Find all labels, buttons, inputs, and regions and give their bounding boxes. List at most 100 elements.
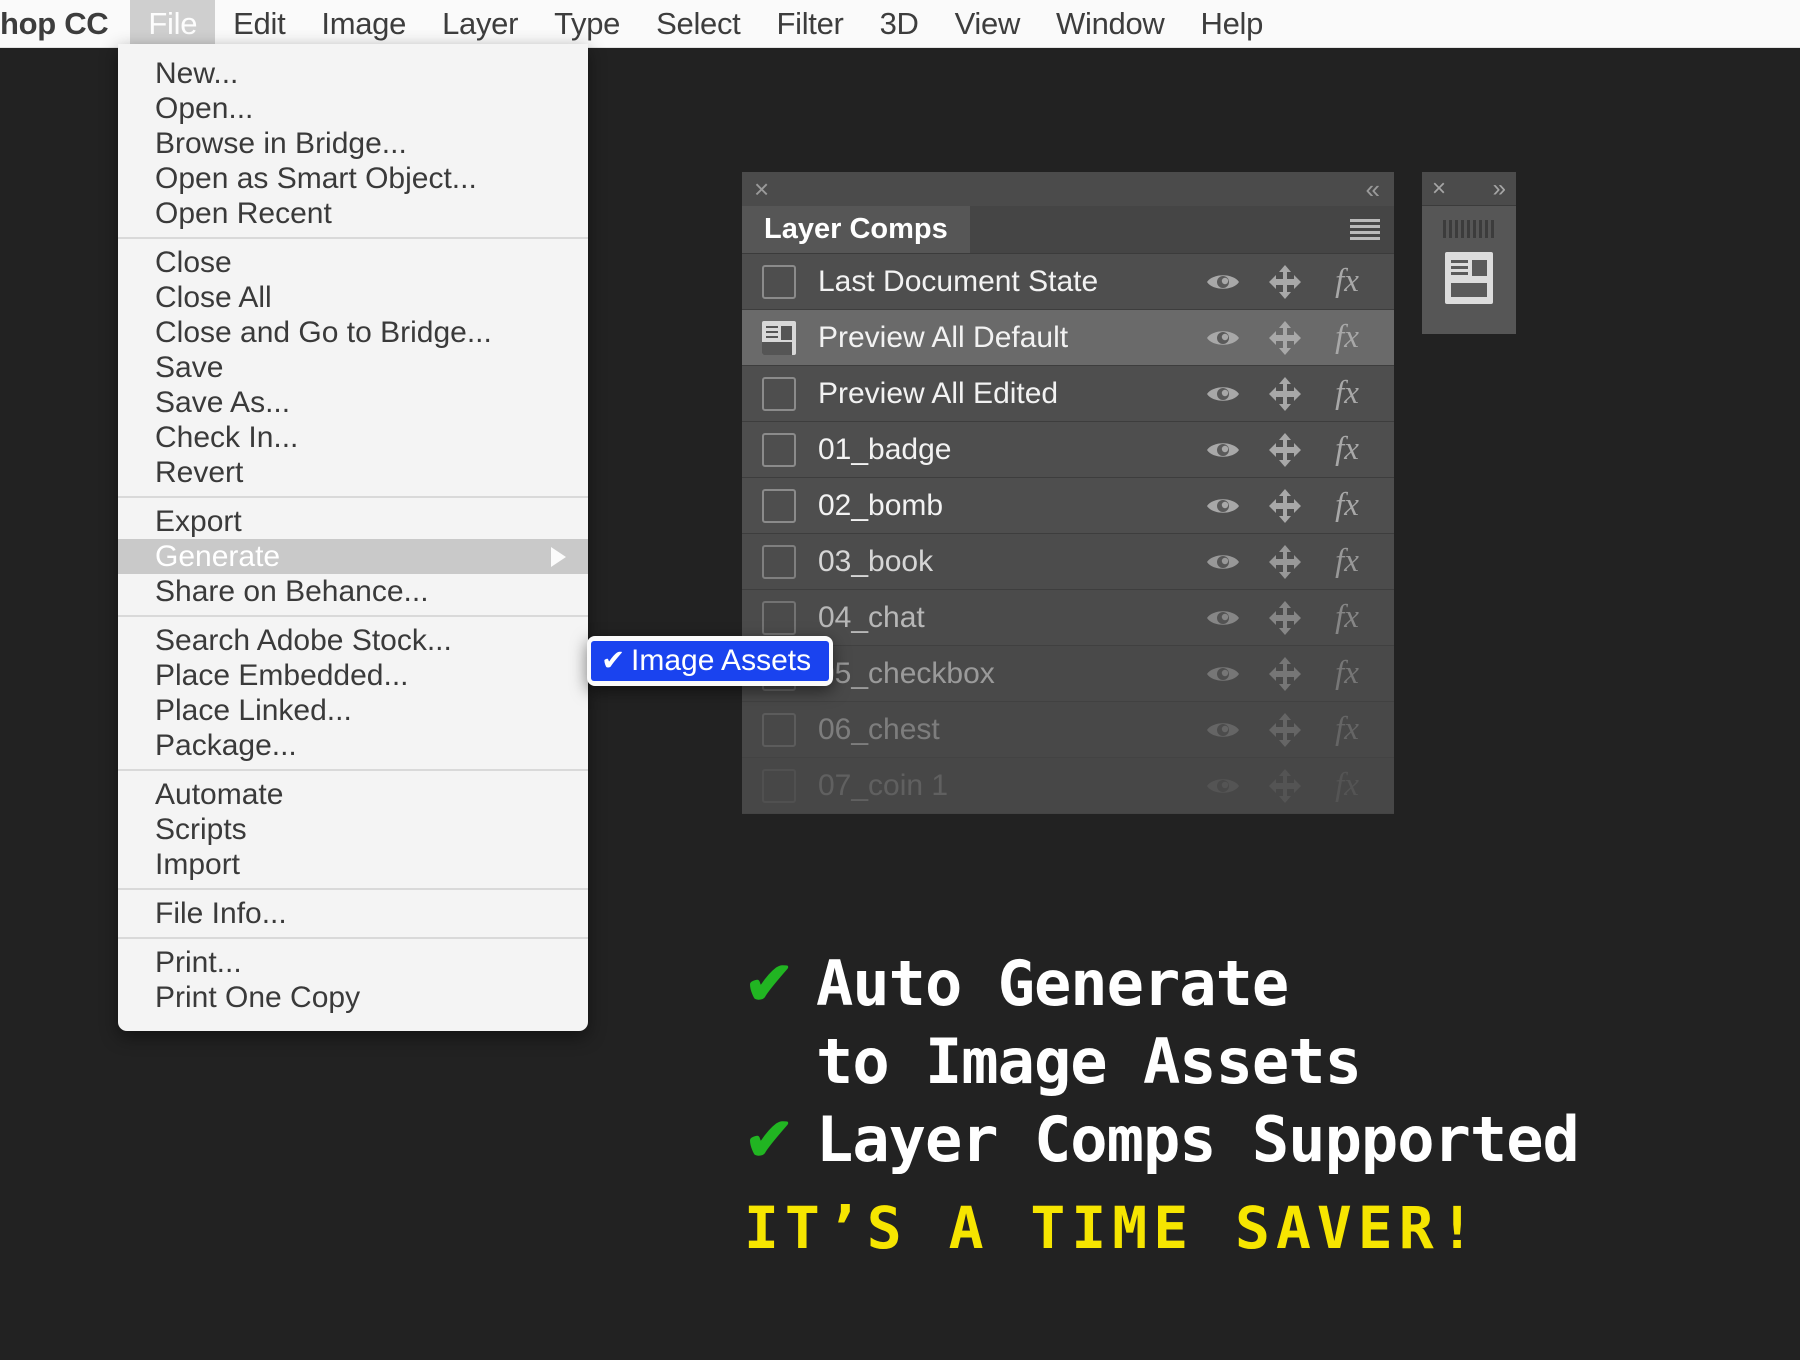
layer-comp-checkbox[interactable]: [762, 544, 796, 579]
menu-item-3d[interactable]: 3D: [862, 0, 937, 48]
eye-icon[interactable]: [1204, 431, 1242, 469]
menu-item-window[interactable]: Window: [1038, 0, 1182, 48]
eye-icon[interactable]: [1204, 711, 1242, 749]
layer-comp-actions: fx: [1204, 310, 1366, 365]
file-menu-item-search-adobe-stock[interactable]: Search Adobe Stock...: [118, 623, 588, 658]
menu-item-layer[interactable]: Layer: [424, 0, 536, 48]
file-menu-item-browse-in-bridge[interactable]: Browse in Bridge...: [118, 126, 588, 161]
file-menu-item-print[interactable]: Print...: [118, 945, 588, 980]
file-menu-item-save[interactable]: Save: [118, 350, 588, 385]
eye-icon[interactable]: [1204, 487, 1242, 525]
eye-icon[interactable]: [1204, 375, 1242, 413]
layer-comp-checkbox[interactable]: [762, 488, 796, 523]
layer-comp-row[interactable]: Preview All Edited fx: [742, 366, 1394, 422]
layer-comp-row[interactable]: 07_coin 1 fx: [742, 758, 1394, 814]
file-menu-item-revert[interactable]: Revert: [118, 455, 588, 490]
move-icon[interactable]: [1266, 767, 1304, 805]
layer-comp-checkbox[interactable]: [762, 600, 796, 635]
layer-comp-row[interactable]: 03_book fx: [742, 534, 1394, 590]
eye-icon[interactable]: [1204, 319, 1242, 357]
file-menu-item-file-info[interactable]: File Info...: [118, 896, 588, 931]
layer-comp-row[interactable]: Preview All Default fx: [742, 310, 1394, 366]
file-menu-item-check-in[interactable]: Check In...: [118, 420, 588, 455]
eye-icon[interactable]: [1204, 767, 1242, 805]
file-menu-item-share-on-behance[interactable]: Share on Behance...: [118, 574, 588, 609]
eye-icon[interactable]: [1204, 263, 1242, 301]
fx-icon[interactable]: fx: [1328, 487, 1366, 525]
move-icon[interactable]: [1266, 375, 1304, 413]
collapse-icon[interactable]: «: [1366, 176, 1380, 202]
chevron-right-icon: [551, 546, 566, 567]
layer-comp-label: 07_coin 1: [818, 768, 949, 802]
drag-handle[interactable]: [1443, 220, 1495, 238]
fx-icon[interactable]: fx: [1328, 375, 1366, 413]
move-icon[interactable]: [1266, 319, 1304, 357]
submenu-item-image-assets[interactable]: ✔ Image Assets: [591, 641, 830, 681]
move-icon[interactable]: [1266, 263, 1304, 301]
file-menu-item-place-linked[interactable]: Place Linked...: [118, 693, 588, 728]
file-menu-item-automate[interactable]: Automate: [118, 777, 588, 812]
close-icon[interactable]: ×: [754, 176, 769, 202]
fx-icon[interactable]: fx: [1328, 655, 1366, 693]
layer-comps-list: Last Document State fx Preview All Default…: [742, 254, 1394, 814]
menu-item-select[interactable]: Select: [638, 0, 758, 48]
move-icon[interactable]: [1266, 711, 1304, 749]
file-menu-item-open[interactable]: Open...: [118, 91, 588, 126]
eye-icon[interactable]: [1204, 655, 1242, 693]
fx-icon[interactable]: fx: [1328, 543, 1366, 581]
file-menu-item-place-embedded[interactable]: Place Embedded...: [118, 658, 588, 693]
move-icon[interactable]: [1266, 599, 1304, 637]
file-menu-item-close-all[interactable]: Close All: [118, 280, 588, 315]
eye-icon[interactable]: [1204, 599, 1242, 637]
move-icon[interactable]: [1266, 543, 1304, 581]
layer-comp-checkbox[interactable]: [762, 376, 796, 411]
file-menu-item-open-as-smart-object[interactable]: Open as Smart Object...: [118, 161, 588, 196]
move-icon[interactable]: [1266, 655, 1304, 693]
file-menu-item-export[interactable]: Export: [118, 504, 588, 539]
layer-comps-icon[interactable]: [1445, 252, 1493, 304]
file-menu-item-open-recent[interactable]: Open Recent: [118, 196, 588, 231]
layer-comp-row[interactable]: 05_checkbox fx: [742, 646, 1394, 702]
fx-icon[interactable]: fx: [1328, 767, 1366, 805]
file-menu-item-import[interactable]: Import: [118, 847, 588, 882]
eye-icon[interactable]: [1204, 543, 1242, 581]
menu-item-view[interactable]: View: [937, 0, 1038, 48]
layer-comp-checkbox[interactable]: [762, 712, 796, 747]
menu-item-file[interactable]: File: [130, 0, 216, 48]
layer-comp-row[interactable]: 01_badge fx: [742, 422, 1394, 478]
layer-comp-checkbox[interactable]: [762, 768, 796, 803]
menu-item-filter[interactable]: Filter: [758, 0, 861, 48]
fx-icon[interactable]: fx: [1328, 599, 1366, 637]
expand-icon[interactable]: »: [1493, 176, 1506, 201]
menu-item-type[interactable]: Type: [536, 0, 638, 48]
menu-item-edit[interactable]: Edit: [215, 0, 303, 48]
move-icon[interactable]: [1266, 431, 1304, 469]
fx-icon[interactable]: fx: [1328, 319, 1366, 357]
move-icon[interactable]: [1266, 487, 1304, 525]
file-menu-item-generate[interactable]: Generate: [118, 539, 588, 574]
layer-comp-checkbox[interactable]: [762, 264, 796, 299]
layer-comp-label: Preview All Default: [818, 320, 1069, 354]
layer-comp-row[interactable]: 04_chat fx: [742, 590, 1394, 646]
layer-comp-checkbox[interactable]: [762, 432, 796, 467]
file-menu-item-close[interactable]: Close: [118, 245, 588, 280]
file-menu-item-new[interactable]: New...: [118, 56, 588, 91]
file-menu-item-scripts[interactable]: Scripts: [118, 812, 588, 847]
file-menu-group-1: New... Open... Browse in Bridge... Open …: [118, 50, 588, 237]
file-menu-item-save-as[interactable]: Save As...: [118, 385, 588, 420]
panel-menu-icon[interactable]: [1350, 218, 1380, 241]
fx-icon[interactable]: fx: [1328, 711, 1366, 749]
layer-comp-label: 03_book: [818, 544, 934, 578]
menu-item-image[interactable]: Image: [303, 0, 424, 48]
tab-layer-comps[interactable]: Layer Comps: [742, 206, 970, 253]
file-menu-item-package[interactable]: Package...: [118, 728, 588, 763]
menu-item-help[interactable]: Help: [1183, 0, 1282, 48]
file-menu-item-close-and-go-to-bridge[interactable]: Close and Go to Bridge...: [118, 315, 588, 350]
layer-comp-row[interactable]: 02_bomb fx: [742, 478, 1394, 534]
fx-icon[interactable]: fx: [1328, 263, 1366, 301]
fx-icon[interactable]: fx: [1328, 431, 1366, 469]
layer-comp-row[interactable]: Last Document State fx: [742, 254, 1394, 310]
layer-comp-row[interactable]: 06_chest fx: [742, 702, 1394, 758]
close-icon[interactable]: ×: [1432, 176, 1446, 201]
file-menu-item-print-one-copy[interactable]: Print One Copy: [118, 980, 588, 1015]
